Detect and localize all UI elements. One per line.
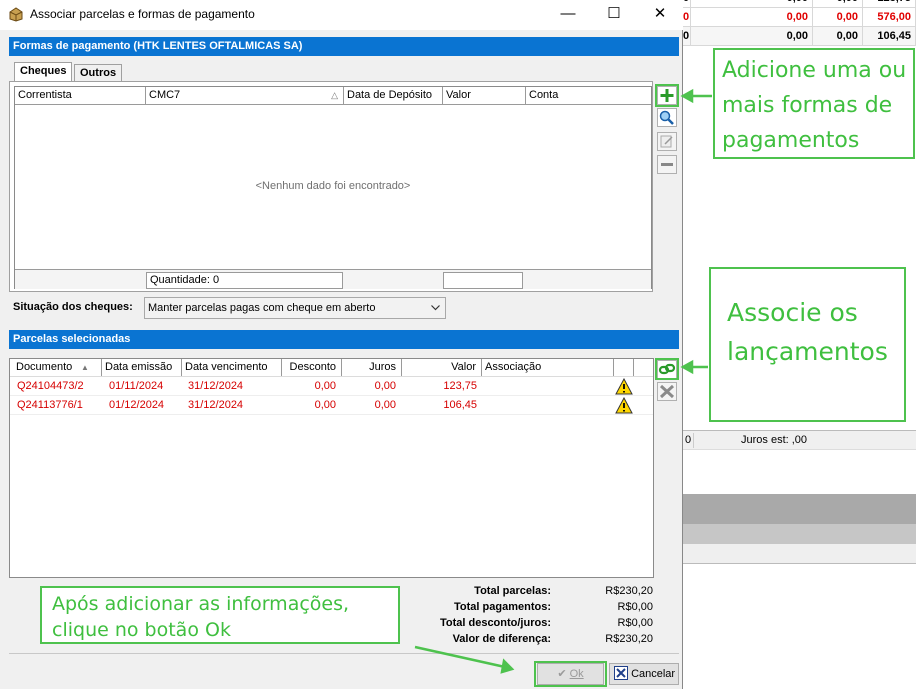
annotation-associate-text: Associe os lançamentos (727, 298, 888, 366)
annotation-associate-box: Associe os lançamentos (709, 267, 906, 422)
annotation-add-text: Adicione uma ou mais formas de pagamento… (722, 58, 907, 153)
annotation-ok-box: Após adicionar as informações, clique no… (40, 586, 400, 644)
annotation-ok-text: Após adicionar as informações, clique no… (52, 593, 350, 641)
annotation-add-box: Adicione uma ou mais formas de pagamento… (713, 48, 915, 159)
